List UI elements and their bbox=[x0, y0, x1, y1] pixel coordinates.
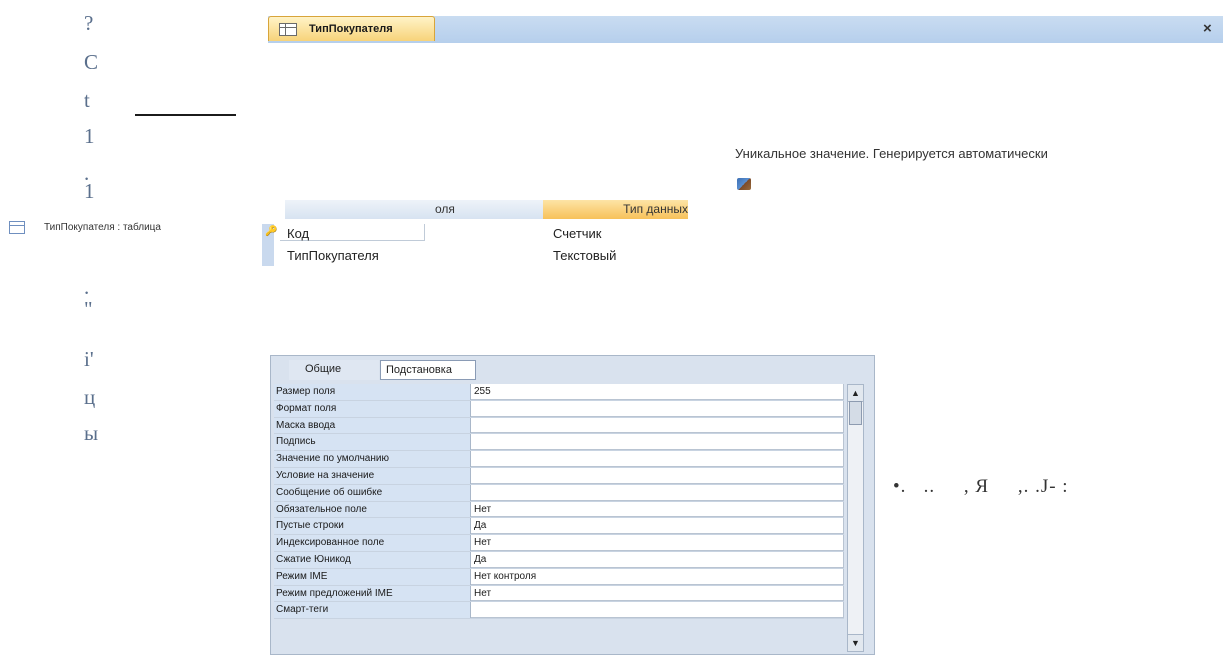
stray-glyph: ы bbox=[84, 421, 99, 445]
property-row: Индексированное поле Нет bbox=[274, 535, 844, 552]
scroll-down-icon[interactable]: ▼ bbox=[848, 634, 863, 651]
column-header-data-type: Тип данных bbox=[543, 200, 688, 219]
table-icon bbox=[9, 221, 25, 234]
property-value[interactable]: Нет контроля bbox=[471, 568, 844, 585]
stray-glyph: 1 bbox=[84, 124, 95, 148]
field-name-cell[interactable]: Код bbox=[287, 226, 309, 241]
property-row: Значение по умолчанию bbox=[274, 451, 844, 468]
scroll-thumb[interactable] bbox=[849, 401, 862, 425]
nav-object-label[interactable]: ТипПокупателя : таблица bbox=[44, 222, 161, 233]
property-value[interactable]: 255 bbox=[471, 384, 844, 400]
property-label: Сообщение об ошибке bbox=[274, 484, 471, 501]
property-row: Сжатие Юникод Да bbox=[274, 551, 844, 569]
stray-glyph: ц bbox=[84, 385, 96, 409]
stray-glyph: " bbox=[84, 297, 93, 321]
document-tab-label: ТипПокупателя bbox=[309, 23, 393, 35]
tab-lookup[interactable]: Подстановка bbox=[380, 360, 476, 380]
data-type-cell[interactable]: Счетчик bbox=[553, 226, 602, 241]
scroll-up-icon[interactable]: ▲ bbox=[848, 385, 863, 402]
property-value[interactable]: Да bbox=[471, 518, 844, 535]
property-row: Подпись bbox=[274, 434, 844, 452]
stray-glyph: 1 bbox=[84, 179, 95, 203]
primary-key-icon: 🔑 bbox=[265, 226, 278, 237]
stray-glyph: . bbox=[84, 275, 90, 299]
property-value[interactable]: Нет bbox=[471, 585, 844, 602]
divider-line bbox=[135, 114, 236, 116]
property-row: Маска ввода bbox=[274, 417, 844, 435]
property-row: Режим предложений IME Нет bbox=[274, 585, 844, 603]
property-row: Смарт-теги bbox=[274, 602, 844, 620]
property-row: Обязательное поле Нет bbox=[274, 501, 844, 519]
property-value[interactable] bbox=[471, 434, 844, 451]
property-grid: Размер поля 255 Формат поля Маска ввода П… bbox=[274, 384, 844, 620]
property-value[interactable]: Нет bbox=[471, 535, 844, 551]
property-row: Формат поля bbox=[274, 400, 844, 418]
property-row: Сообщение об ошибке bbox=[274, 484, 844, 502]
column-header-field-name: оля bbox=[285, 200, 543, 219]
tab-general[interactable]: Общие bbox=[289, 360, 379, 380]
field-description: Уникальное значение. Генерируется автома… bbox=[735, 146, 1048, 161]
property-label: Размер поля bbox=[274, 384, 471, 400]
field-name-cell[interactable]: ТипПокупателя bbox=[287, 248, 379, 263]
column-header-type-label: Тип данных bbox=[623, 202, 688, 216]
property-value[interactable]: Да bbox=[471, 551, 844, 568]
property-value[interactable]: Нет bbox=[471, 501, 844, 518]
property-value[interactable] bbox=[471, 417, 844, 434]
property-label: Смарт-теги bbox=[274, 602, 471, 619]
property-label: Индексированное поле bbox=[274, 535, 471, 551]
property-label: Значение по умолчанию bbox=[274, 451, 471, 467]
stray-glyph: C bbox=[84, 50, 99, 74]
property-value[interactable] bbox=[471, 400, 844, 417]
data-type-cell[interactable]: Текстовый bbox=[553, 248, 616, 263]
property-label: Обязательное поле bbox=[274, 501, 471, 518]
property-value[interactable] bbox=[471, 451, 844, 467]
stray-glyph: i' bbox=[84, 347, 94, 371]
property-label: Формат поля bbox=[274, 400, 471, 417]
property-row: Режим IME Нет контроля bbox=[274, 568, 844, 586]
property-value[interactable] bbox=[471, 484, 844, 501]
document-tab[interactable]: ТипПокупателя bbox=[268, 16, 435, 41]
vertical-scrollbar[interactable]: ▲ ▼ bbox=[847, 384, 864, 652]
builder-icon[interactable] bbox=[737, 178, 751, 190]
stray-text: •. .. , Я ,. .J- : bbox=[893, 476, 1069, 497]
property-label: Сжатие Юникод bbox=[274, 551, 471, 568]
column-header-field-label: оля bbox=[435, 202, 455, 216]
property-label: Условие на значение bbox=[274, 467, 471, 484]
property-label: Пустые строки bbox=[274, 518, 471, 535]
property-label: Подпись bbox=[274, 434, 471, 451]
property-row: Размер поля 255 bbox=[274, 384, 844, 401]
property-row: Пустые строки Да bbox=[274, 518, 844, 536]
property-label: Режим IME bbox=[274, 568, 471, 585]
stray-glyph: t bbox=[84, 88, 90, 112]
close-icon[interactable]: × bbox=[1203, 20, 1212, 37]
property-label: Маска ввода bbox=[274, 417, 471, 434]
property-value[interactable] bbox=[471, 467, 844, 484]
property-label: Режим предложений IME bbox=[274, 585, 471, 602]
table-icon bbox=[279, 23, 297, 36]
property-row: Условие на значение bbox=[274, 467, 844, 485]
stray-glyph: ? bbox=[84, 11, 94, 35]
property-value[interactable] bbox=[471, 602, 844, 619]
